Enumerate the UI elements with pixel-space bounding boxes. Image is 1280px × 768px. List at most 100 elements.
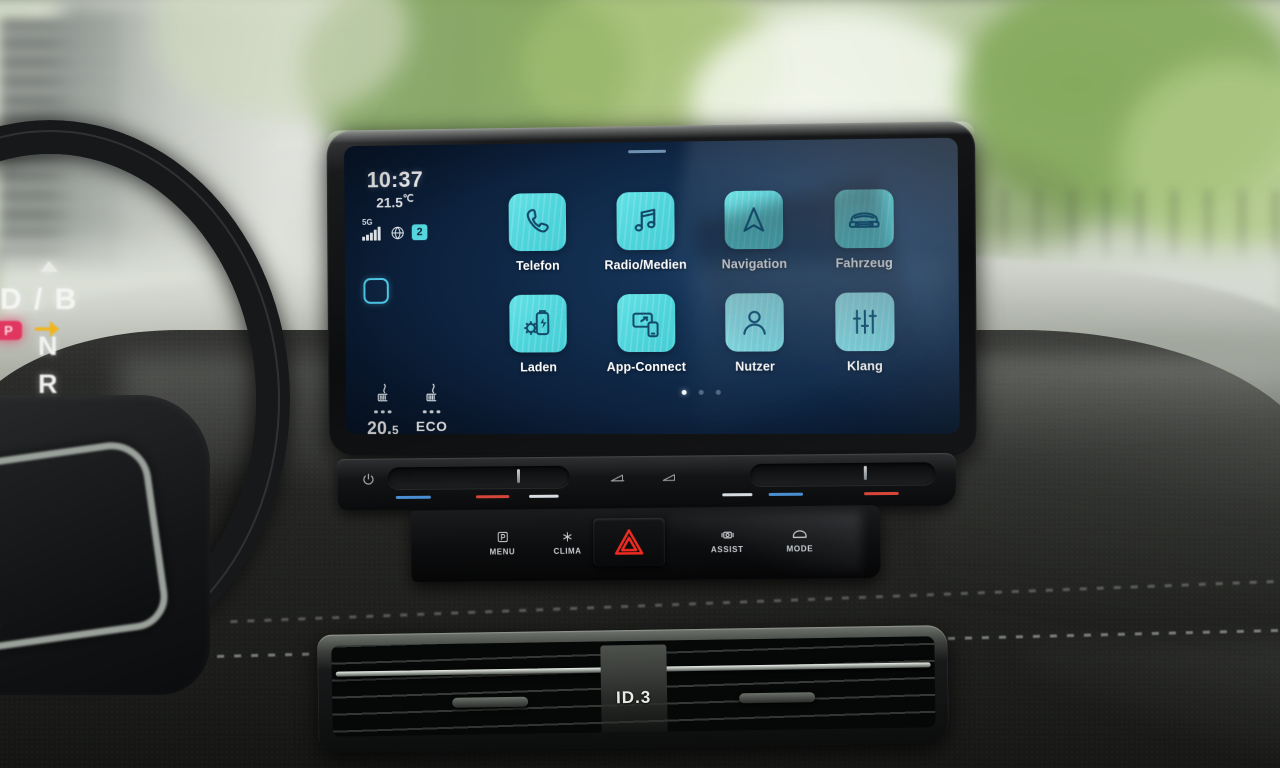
park-brake-indicator: P: [0, 321, 22, 340]
button-label: MENU: [489, 547, 516, 557]
page-dot[interactable]: [698, 389, 704, 395]
music-note-icon: [634, 208, 655, 232]
app-tile-telefon[interactable]: Telefon: [491, 192, 585, 274]
signal-bars: [362, 226, 381, 241]
app-tile-app-connect[interactable]: App-Connect: [599, 293, 694, 375]
outside-temp-value: 21.5: [376, 194, 403, 211]
network-type-label: 5G: [362, 217, 373, 227]
hardware-button-row: MENU CLIMA ASSIST MODE: [410, 505, 881, 583]
equalizer-icon: [849, 307, 880, 337]
power-icon[interactable]: [362, 472, 376, 486]
globe-icon: [390, 225, 405, 240]
app-tile-surface[interactable]: [724, 190, 784, 250]
gear-indicator-n: N: [38, 331, 58, 361]
slider-thumb[interactable]: [516, 469, 521, 484]
climate-passenger[interactable]: ECO: [412, 383, 451, 435]
app-tile-fahrzeug[interactable]: Fahrzeug: [816, 189, 913, 271]
app-label: Nutzer: [735, 359, 776, 374]
status-icon-row: 5G 2: [362, 218, 454, 241]
car-front-icon: [848, 202, 881, 235]
park-p-icon: [472, 529, 533, 545]
signal-strength-icon: 5G: [362, 218, 383, 241]
climate-fan-icon: [537, 529, 599, 545]
infotainment-display[interactable]: 10:37 21.5℃ 5G 2 20.5 ECO Telefon Radio/…: [344, 137, 960, 435]
vent-right-glow: [1020, 640, 1280, 760]
driver-temp-dec: 5: [392, 423, 399, 435]
app-label: Laden: [520, 360, 558, 375]
app-label: Navigation: [721, 256, 788, 272]
hazard-triangle-icon: [615, 529, 644, 556]
center-air-vent[interactable]: ID.3: [317, 625, 949, 753]
volume-down-icon[interactable]: [610, 473, 625, 483]
app-label: Klang: [846, 359, 883, 374]
app-label: Fahrzeug: [835, 255, 893, 271]
seat-level-dots: [363, 410, 402, 414]
infotainment-bezel: 10:37 21.5℃ 5G 2 20.5 ECO Telefon Radio/…: [326, 121, 978, 457]
seat-heating-icon: [374, 383, 392, 403]
app-tile-surface[interactable]: [508, 192, 567, 252]
clima-button[interactable]: CLIMA: [537, 529, 599, 557]
temp-marker-warm-right: [863, 491, 899, 496]
shift-up-arrow-icon: [40, 261, 58, 272]
temperature-slider-left[interactable]: [387, 465, 570, 490]
app-tile-navigation[interactable]: Navigation: [706, 190, 802, 271]
seat-heating-icon: [423, 383, 441, 403]
mode-button[interactable]: MODE: [768, 526, 831, 554]
eco-mode-label: ECO: [415, 418, 448, 435]
screenshot-root: OK VIEW ▼ ▶ ▬ D / B P N R 10:37 21.5℃: [0, 0, 1280, 768]
app-tile-surface[interactable]: [834, 292, 895, 352]
model-badge-text: ID.3: [615, 687, 652, 708]
battery-charge-icon: [522, 308, 554, 340]
vent-direction-knob-right[interactable]: [739, 692, 816, 704]
button-label: ASSIST: [710, 544, 744, 555]
clock-label: 10:37: [366, 166, 424, 193]
temp-unit: ℃: [402, 193, 414, 205]
climate-driver[interactable]: 20.5: [363, 383, 402, 434]
app-label: Radio/Medien: [604, 257, 687, 273]
page-indicator[interactable]: [492, 389, 913, 395]
vent-direction-knob-left[interactable]: [452, 696, 529, 708]
app-tile-surface[interactable]: [725, 293, 785, 352]
display-left-rail: 10:37 21.5℃ 5G 2 20.5 ECO: [360, 166, 456, 434]
button-label: CLIMA: [553, 546, 582, 556]
volume-marker-left: [529, 494, 559, 498]
assist-button[interactable]: ASSIST: [696, 527, 759, 555]
app-tile-laden[interactable]: Laden: [492, 294, 586, 374]
user-icon: [740, 307, 770, 337]
climate-summary: 20.5 ECO: [363, 383, 453, 435]
slider-thumb[interactable]: [863, 465, 867, 481]
temp-marker-cool-right: [768, 492, 804, 496]
phone-mirror-icon: [632, 312, 658, 338]
nav-arrow-icon: [739, 205, 769, 235]
driver-temp-int: 20.: [367, 418, 393, 435]
outside-temp: 21.5℃: [360, 194, 430, 211]
button-label: MODE: [786, 544, 814, 554]
status-drag-handle[interactable]: [627, 149, 666, 154]
gear-indicator-r: R: [38, 369, 58, 399]
app-label: App-Connect: [606, 359, 687, 375]
notification-badge[interactable]: 2: [411, 223, 428, 240]
app-tile-klang[interactable]: Klang: [816, 292, 913, 373]
temperature-slider-right[interactable]: [750, 462, 936, 487]
app-tile-surface[interactable]: [616, 293, 676, 353]
app-tile-nutzer[interactable]: Nutzer: [707, 293, 803, 374]
gear-indicator-db: D / B: [0, 283, 79, 316]
page-dot[interactable]: [715, 389, 721, 395]
app-tile-surface[interactable]: [834, 189, 894, 249]
app-tile-surface[interactable]: [509, 294, 568, 353]
drive-mode-icon: [768, 526, 831, 542]
climate-slider-bar[interactable]: [337, 452, 957, 511]
driver-temp-value: 20.5: [363, 419, 402, 434]
app-tile-radio-medien[interactable]: Radio/Medien: [598, 191, 693, 272]
assist-camera-icon: [696, 527, 759, 543]
page-dot-active[interactable]: [681, 389, 687, 395]
app-label: Telefon: [516, 258, 560, 274]
temp-marker-warm: [475, 495, 510, 499]
home-shortcut-icon[interactable]: [363, 277, 389, 304]
model-badge: ID.3: [599, 644, 668, 737]
volume-up-icon[interactable]: [662, 473, 677, 482]
menu-button[interactable]: MENU: [472, 529, 533, 557]
seat-level-dots: [412, 410, 451, 414]
app-tile-surface[interactable]: [616, 191, 675, 251]
hazard-lights-button[interactable]: [592, 517, 666, 567]
